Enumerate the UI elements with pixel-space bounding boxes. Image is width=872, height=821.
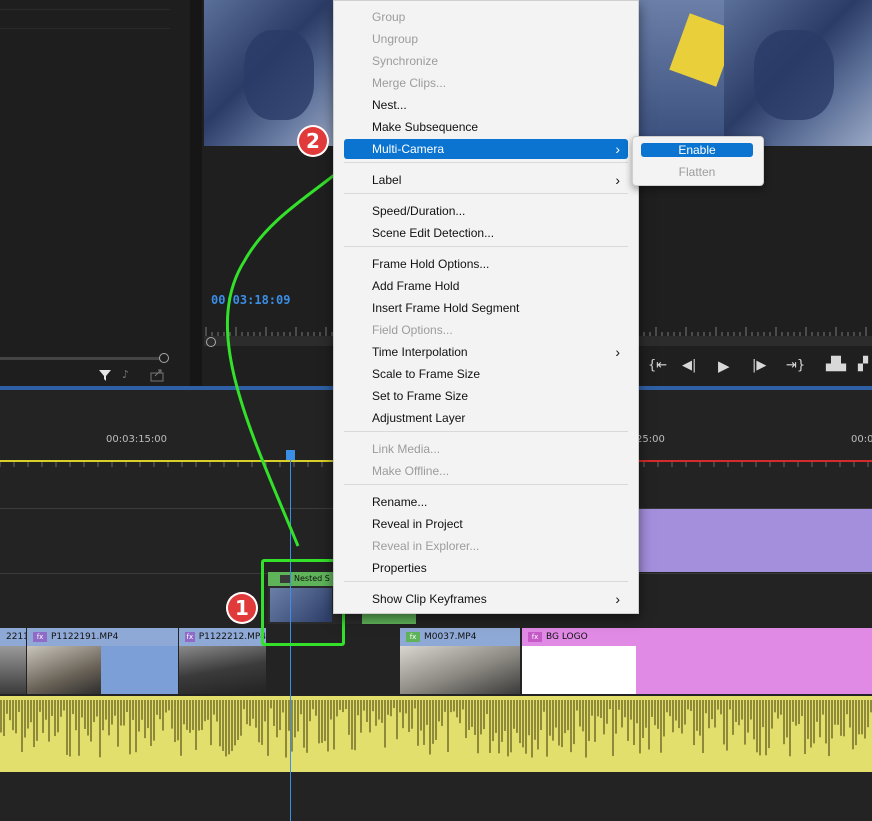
menu-item-label: Adjustment Layer [372, 411, 466, 425]
menu-item-ungroup[interactable]: Ungroup [344, 29, 628, 49]
menu-item-synchronize[interactable]: Synchronize [344, 51, 628, 71]
menu-item-set-to-frame-size[interactable]: Set to Frame Size [344, 386, 628, 406]
menu-item-label: Merge Clips... [372, 76, 447, 90]
menu-item-reveal-in-project[interactable]: Reveal in Project [344, 514, 628, 534]
menu-item-frame-hold-options[interactable]: Frame Hold Options... [344, 254, 628, 274]
menu-item-label: Field Options... [372, 323, 453, 337]
menu-item-rename[interactable]: Rename... [344, 492, 628, 512]
menu-item-label: Properties [372, 561, 427, 575]
menu-item-label: Scene Edit Detection... [372, 226, 495, 240]
menu-separator [344, 246, 628, 247]
menu-item-label: Speed/Duration... [372, 204, 466, 218]
menu-item-label: Reveal in Explorer... [372, 539, 480, 553]
menu-separator [344, 431, 628, 432]
menu-separator [344, 484, 628, 485]
menu-item-label: Set to Frame Size [372, 389, 469, 403]
menu-item-label: Insert Frame Hold Segment [372, 301, 520, 315]
chevron-right-icon: › [615, 591, 620, 607]
menu-item-label: Show Clip Keyframes [372, 592, 487, 606]
menu-item-label: Reveal in Project [372, 517, 463, 531]
menu-item-label: Make Offline... [372, 464, 450, 478]
menu-item-label: Link Media... [372, 442, 441, 456]
menu-item-label: Rename... [372, 495, 428, 509]
menu-item-label: Frame Hold Options... [372, 257, 490, 271]
chevron-right-icon: › [615, 344, 620, 360]
menu-item-label: Group [372, 10, 406, 24]
menu-item-label: Scale to Frame Size [372, 367, 481, 381]
menu-item-add-frame-hold[interactable]: Add Frame Hold [344, 276, 628, 296]
menu-item-insert-frame-hold-segment[interactable]: Insert Frame Hold Segment [344, 298, 628, 318]
menu-separator [344, 581, 628, 582]
menu-separator [344, 162, 628, 163]
menu-item-scale-to-frame-size[interactable]: Scale to Frame Size [344, 364, 628, 384]
submenu-item-flatten[interactable]: Flatten [641, 165, 753, 179]
submenu-item-enable[interactable]: Enable [641, 143, 753, 157]
menu-item-label: Label [372, 173, 402, 187]
menu-item-multi-camera[interactable]: Multi-Camera › [344, 139, 628, 159]
menu-item-label: Time Interpolation [372, 345, 468, 359]
menu-item-field-options[interactable]: Field Options... [344, 320, 628, 340]
multi-camera-submenu: Enable Flatten [632, 136, 764, 186]
menu-item-label: Ungroup [372, 32, 419, 46]
chevron-right-icon: › [615, 172, 620, 188]
menu-item-label[interactable]: Label › [344, 170, 628, 190]
step2-badge: 2 [297, 125, 329, 157]
chevron-right-icon: › [615, 141, 620, 157]
menu-separator [344, 193, 628, 194]
context-menu: Group Ungroup Synchronize Merge Clips... Nes… [333, 0, 639, 614]
menu-item-show-clip-keyframes[interactable]: Show Clip Keyframes › [344, 589, 628, 609]
menu-item-make-offline[interactable]: Make Offline... [344, 461, 628, 481]
menu-item-scene-edit-detection[interactable]: Scene Edit Detection... [344, 223, 628, 243]
menu-item-reveal-in-explorer[interactable]: Reveal in Explorer... [344, 536, 628, 556]
menu-item-speed-duration[interactable]: Speed/Duration... [344, 201, 628, 221]
menu-item-group[interactable]: Group [344, 7, 628, 27]
menu-item-label: Synchronize [372, 54, 439, 68]
menu-item-properties[interactable]: Properties [344, 558, 628, 578]
menu-item-label: Make Subsequence [372, 120, 479, 134]
menu-item-label: Multi-Camera [372, 142, 445, 156]
menu-item-label: Nest... [372, 98, 407, 112]
menu-item-link-media[interactable]: Link Media... [344, 439, 628, 459]
menu-item-label: Add Frame Hold [372, 279, 460, 293]
menu-item-make-subsequence[interactable]: Make Subsequence [344, 117, 628, 137]
menu-item-nest[interactable]: Nest... [344, 95, 628, 115]
menu-item-time-interpolation[interactable]: Time Interpolation › [344, 342, 628, 362]
menu-item-adjustment-layer[interactable]: Adjustment Layer [344, 408, 628, 428]
menu-item-merge-clips[interactable]: Merge Clips... [344, 73, 628, 93]
